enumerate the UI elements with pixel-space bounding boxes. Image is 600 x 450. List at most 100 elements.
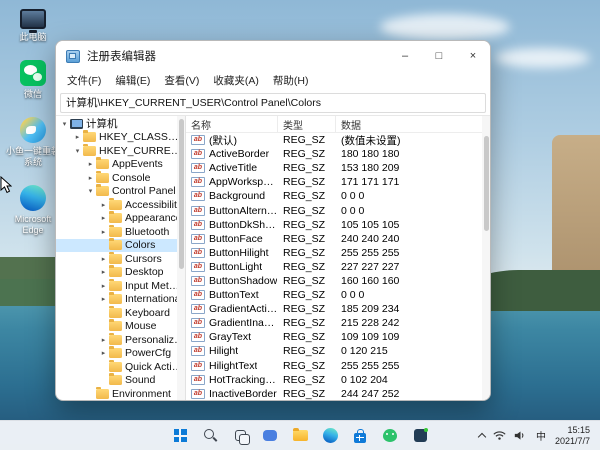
desktop-icon-this-pc[interactable]: 此电脑 <box>2 6 64 43</box>
ime-indicator[interactable]: 中 <box>531 423 551 449</box>
tree-item[interactable]: Environment <box>56 387 185 400</box>
value-row[interactable]: ab(默认)REG_SZ(数值未设置) <box>186 133 482 147</box>
taskbar-chat-button[interactable] <box>257 423 283 449</box>
value-row[interactable]: abGradientInactiv...REG_SZ215 228 242 <box>186 316 482 330</box>
chevron-right-icon[interactable]: ▸ <box>85 174 96 182</box>
chevron-right-icon[interactable]: ▸ <box>98 336 109 344</box>
chevron-right-icon[interactable]: ▸ <box>98 268 109 276</box>
taskbar-store-button[interactable] <box>347 423 373 449</box>
tree-item[interactable]: ▾Control Panel <box>56 185 185 199</box>
value-row[interactable]: abHilightREG_SZ0 120 215 <box>186 344 482 358</box>
value-type: REG_SZ <box>278 134 336 146</box>
taskbar-wechat-button[interactable] <box>377 423 403 449</box>
value-row[interactable]: abButtonLightREG_SZ227 227 227 <box>186 260 482 274</box>
minimize-button[interactable]: – <box>388 41 422 71</box>
tree-item[interactable]: ▸PowerCfg <box>56 347 185 361</box>
column-header[interactable]: 数据 <box>336 116 482 132</box>
chevron-right-icon[interactable]: ▸ <box>85 160 96 168</box>
tree-item[interactable]: ▸Cursors <box>56 252 185 266</box>
tree-scrollbar-thumb[interactable] <box>179 119 184 269</box>
chevron-right-icon[interactable]: ▸ <box>98 228 109 236</box>
tree-item[interactable]: Sound <box>56 374 185 388</box>
tree-item[interactable]: ▸AppEvents <box>56 158 185 172</box>
chevron-down-icon[interactable]: ▾ <box>59 120 70 128</box>
chevron-right-icon[interactable]: ▸ <box>72 133 83 141</box>
column-header[interactable]: 类型 <box>278 116 336 132</box>
window-title: 注册表编辑器 <box>87 48 156 64</box>
tree-item-label: Input Method <box>125 280 185 292</box>
folder-icon <box>109 240 122 250</box>
value-row[interactable]: abButtonTextREG_SZ0 0 0 <box>186 288 482 302</box>
value-row[interactable]: abActiveBorderREG_SZ180 180 180 <box>186 147 482 161</box>
close-button[interactable]: × <box>456 41 490 71</box>
reg-sz-icon: ab <box>191 375 205 385</box>
value-row[interactable]: abButtonDkShad...REG_SZ105 105 105 <box>186 218 482 232</box>
tree-item-label: Personalization <box>125 334 185 346</box>
chevron-right-icon[interactable]: ▸ <box>98 214 109 222</box>
tree-item[interactable]: ▾计算机 <box>56 117 185 131</box>
tree-item[interactable]: ▸Bluetooth <box>56 225 185 239</box>
tree-item[interactable]: ▸HKEY_CLASSES_ROOT <box>56 131 185 145</box>
value-data: 255 255 255 <box>336 247 482 259</box>
tree-item[interactable]: Colors <box>56 239 185 253</box>
tree-item[interactable]: ▸ Personalization <box>56 333 185 347</box>
column-header[interactable]: 名称 <box>186 116 278 132</box>
address-input[interactable] <box>60 93 486 113</box>
chevron-right-icon[interactable]: ▸ <box>98 295 109 303</box>
tree-item[interactable]: ▾HKEY_CURRENT_USER <box>56 144 185 158</box>
tray-chevron-up-icon[interactable] <box>475 423 489 449</box>
chevron-right-icon[interactable]: ▸ <box>98 282 109 290</box>
maximize-button[interactable]: □ <box>422 41 456 71</box>
chevron-right-icon[interactable]: ▸ <box>98 255 109 263</box>
chevron-down-icon[interactable]: ▾ <box>72 147 83 155</box>
value-name-cell: abButtonAlternat... <box>186 205 278 217</box>
tree-item[interactable]: ▸Desktop <box>56 266 185 280</box>
taskbar-search-button[interactable] <box>197 423 223 449</box>
value-row[interactable]: abButtonFaceREG_SZ240 240 240 <box>186 232 482 246</box>
chevron-down-icon[interactable]: ▾ <box>85 187 96 195</box>
taskbar-start-button[interactable] <box>167 423 193 449</box>
menu-item[interactable]: 帮助(H) <box>266 71 316 90</box>
value-row[interactable]: abBackgroundREG_SZ0 0 0 <box>186 189 482 203</box>
tree-item[interactable]: ▸International <box>56 293 185 307</box>
clock[interactable]: 15:15 2021/7/7 <box>551 425 596 447</box>
cloud <box>495 48 590 68</box>
value-row[interactable]: abActiveTitleREG_SZ153 180 209 <box>186 161 482 175</box>
volume-icon[interactable] <box>510 423 531 449</box>
menu-item[interactable]: 文件(F) <box>60 71 108 90</box>
value-row[interactable]: abHotTrackingCo...REG_SZ0 102 204 <box>186 373 482 387</box>
taskbar-task-view-button[interactable] <box>227 423 253 449</box>
chevron-right-icon[interactable]: ▸ <box>98 349 109 357</box>
value-row[interactable]: abGrayTextREG_SZ109 109 109 <box>186 330 482 344</box>
tree-item[interactable]: Quick Actions <box>56 360 185 374</box>
list-scrollbar[interactable] <box>482 116 490 400</box>
menu-item[interactable]: 编辑(E) <box>108 71 157 90</box>
list-scrollbar-thumb[interactable] <box>484 136 489 231</box>
taskbar-file-explorer-button[interactable] <box>287 423 313 449</box>
taskbar-app-button[interactable] <box>407 423 433 449</box>
tree-scrollbar[interactable] <box>177 116 185 400</box>
tree-pane-items: ▾计算机▸HKEY_CLASSES_ROOT▾HKEY_CURRENT_USER… <box>56 117 185 400</box>
value-row[interactable]: abButtonHilightREG_SZ255 255 255 <box>186 246 482 260</box>
value-data: 109 109 109 <box>336 331 482 343</box>
tree-item[interactable]: Mouse <box>56 320 185 334</box>
wifi-icon[interactable] <box>489 423 510 449</box>
chevron-right-icon[interactable]: ▸ <box>98 201 109 209</box>
tree-item[interactable]: ▸Console <box>56 171 185 185</box>
taskbar-edge-button[interactable] <box>317 423 343 449</box>
menu-item[interactable]: 收藏夹(A) <box>206 71 266 90</box>
tree-item[interactable]: ▸ Input Method <box>56 279 185 293</box>
value-row[interactable]: abInactiveBorderREG_SZ244 247 252 <box>186 387 482 400</box>
tree-item[interactable]: ▸Appearance <box>56 212 185 226</box>
tree-item[interactable]: Keyboard <box>56 306 185 320</box>
menu-item[interactable]: 查看(V) <box>157 71 206 90</box>
value-row[interactable]: abAppWorkspaceREG_SZ171 171 171 <box>186 175 482 189</box>
value-row[interactable]: abHilightTextREG_SZ255 255 255 <box>186 359 482 373</box>
value-row[interactable]: abButtonShadowREG_SZ160 160 160 <box>186 274 482 288</box>
reg-sz-icon: ab <box>191 389 205 399</box>
value-row[interactable]: abGradientActive...REG_SZ185 209 234 <box>186 302 482 316</box>
tree-item[interactable]: ▸Accessibility <box>56 198 185 212</box>
title-bar[interactable]: 注册表编辑器 – □ × <box>56 41 490 71</box>
value-row[interactable]: abButtonAlternat...REG_SZ0 0 0 <box>186 203 482 217</box>
value-data: 240 240 240 <box>336 233 482 245</box>
